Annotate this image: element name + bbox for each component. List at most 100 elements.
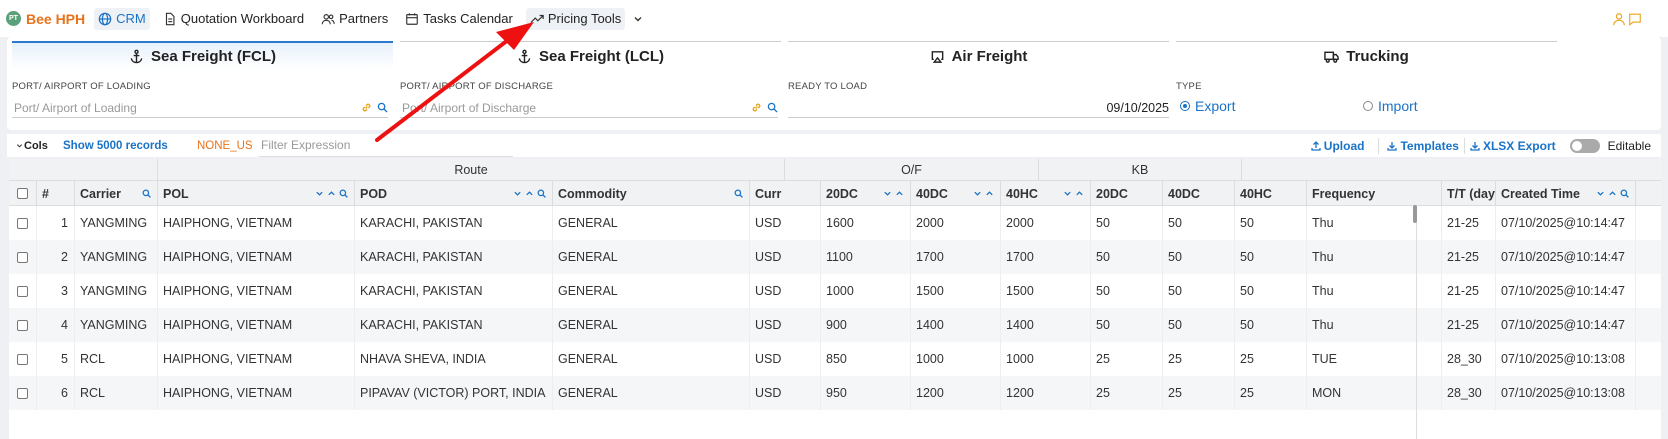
cols-button[interactable]: Cols (7, 140, 51, 152)
sort-asc-icon[interactable] (1075, 189, 1084, 198)
header-created-label: Created Time (1501, 186, 1580, 201)
search-icon[interactable] (339, 189, 348, 198)
search-icon[interactable] (1620, 189, 1629, 198)
templates-button[interactable]: Templates (1387, 138, 1459, 153)
search-icon[interactable] (734, 189, 743, 198)
sort-desc-icon[interactable] (1063, 189, 1072, 198)
radio-export[interactable]: Export (1180, 98, 1235, 114)
nav-partners[interactable]: Partners (317, 8, 392, 30)
editable-toggle[interactable] (1569, 138, 1600, 153)
cell-pol: HAIPHONG, VIETNAM (158, 376, 355, 410)
search-icon[interactable] (767, 102, 778, 113)
header-kb40hc[interactable]: 40HC (1235, 181, 1307, 206)
sort-desc-icon[interactable] (973, 189, 982, 198)
row-checkbox[interactable] (17, 387, 28, 399)
header-kb20[interactable]: 20DC (1091, 181, 1163, 206)
ready-to-load-input[interactable]: 09/10/2025 (788, 98, 1169, 118)
cell-of40hc: 1000 (1001, 342, 1091, 376)
show-records-button[interactable]: Show 5000 records (63, 140, 185, 152)
header-pod[interactable]: POD (355, 181, 553, 206)
search-icon[interactable] (537, 189, 546, 198)
radio-import[interactable]: Import (1363, 98, 1418, 114)
xlsx-export-label: XLSX Export (1482, 138, 1556, 153)
header-tt[interactable]: T/T (day (1442, 181, 1496, 206)
header-of40hc[interactable]: 40HC (1001, 181, 1091, 206)
none-us-filter[interactable]: NONE_US (197, 140, 259, 152)
table-row[interactable]: 6 RCL HAIPHONG, VIETNAM PIPAVAV (VICTOR) PO… (9, 376, 1661, 410)
row-checkbox[interactable] (17, 353, 28, 365)
row-checkbox[interactable] (17, 319, 28, 331)
brand[interactable]: PT Bee HPH (6, 11, 85, 27)
cell-kb40hc: 50 (1235, 308, 1307, 342)
select-all-checkbox[interactable] (17, 188, 28, 199)
filter-expression-input[interactable]: Filter Expression (259, 135, 513, 157)
filter-placeholder: Filter Expression (261, 138, 351, 152)
xlsx-export-button[interactable]: XLSX Export (1470, 139, 1556, 153)
grid-column-header: # Carrier POL POD Commodity Curr 20DC 40DC 40HC 2… (9, 181, 1661, 206)
cell-pol: HAIPHONG, VIETNAM (158, 274, 355, 308)
vertical-scrollbar[interactable] (1413, 205, 1417, 223)
row-checkbox[interactable] (17, 217, 28, 229)
pod-input[interactable]: Port/ Airport of Discharge (400, 98, 778, 118)
sort-asc-icon[interactable] (985, 189, 994, 198)
user-icon[interactable] (1612, 12, 1626, 26)
cell-carrier: YANGMING (75, 206, 158, 240)
link-icon[interactable] (361, 102, 372, 113)
sort-desc-icon[interactable] (883, 189, 892, 198)
header-of20[interactable]: 20DC (821, 181, 911, 206)
header-commodity[interactable]: Commodity (553, 181, 750, 206)
row-select-cell (9, 342, 37, 376)
chat-icon[interactable] (1628, 12, 1642, 26)
tab-trucking[interactable]: Trucking (1176, 41, 1557, 70)
nav-quotation-workboard[interactable]: Quotation Workboard (159, 8, 308, 30)
cell-curr: USD (750, 274, 821, 308)
table-row[interactable]: 3 YANGMING HAIPHONG, VIETNAM KARACHI, PAKIS… (9, 274, 1661, 308)
row-select-cell (9, 274, 37, 308)
cell-freq: Thu (1307, 240, 1442, 274)
row-checkbox[interactable] (17, 285, 28, 297)
tab-sea-freight-lcl[interactable]: Sea Freight (LCL) (400, 41, 781, 70)
tab-air-freight[interactable]: Air Freight (788, 41, 1169, 70)
sort-asc-icon[interactable] (327, 189, 336, 198)
table-row[interactable]: 2 YANGMING HAIPHONG, VIETNAM KARACHI, PAKIS… (9, 240, 1661, 274)
row-checkbox[interactable] (17, 251, 28, 263)
chevron-down-icon[interactable] (632, 13, 644, 25)
tab-sea-freight-fcl[interactable]: Sea Freight (FCL) (12, 41, 393, 70)
sort-desc-icon[interactable] (513, 189, 522, 198)
cell-of20: 950 (821, 376, 911, 410)
nav-tasks-calendar[interactable]: Tasks Calendar (401, 8, 517, 30)
cell-curr: USD (750, 240, 821, 274)
search-icon[interactable] (142, 189, 151, 198)
table-row[interactable]: 4 YANGMING HAIPHONG, VIETNAM KARACHI, PAKIS… (9, 308, 1661, 342)
link-icon[interactable] (751, 102, 762, 113)
sort-asc-icon[interactable] (525, 189, 534, 198)
nav-crm[interactable]: CRM (94, 7, 150, 30)
cell-carrier: YANGMING (75, 274, 158, 308)
cell-kb40dc: 50 (1163, 308, 1235, 342)
header-created[interactable]: Created Time (1496, 181, 1636, 206)
sort-asc-icon[interactable] (1608, 189, 1617, 198)
upload-button[interactable]: Upload (1311, 139, 1364, 153)
search-icon[interactable] (377, 102, 388, 113)
pol-field: PORT/ AIRPORT OF LOADING Port/ Airport o… (12, 81, 388, 118)
cell-of40hc: 1200 (1001, 376, 1091, 410)
sort-desc-icon[interactable] (1596, 189, 1605, 198)
nav-quotation-label: Quotation Workboard (180, 11, 305, 26)
templates-label: Templates (1400, 138, 1459, 153)
header-carrier[interactable]: Carrier (75, 181, 158, 206)
cell-pod: PIPAVAV (VICTOR) PORT, INDIA (355, 376, 553, 410)
table-row[interactable]: 5 RCL HAIPHONG, VIETNAM NHAVA SHEVA, INDIA G… (9, 342, 1661, 376)
header-freq[interactable]: Frequency (1307, 181, 1442, 206)
header-of40dc[interactable]: 40DC (911, 181, 1001, 206)
sort-asc-icon[interactable] (895, 189, 904, 198)
header-idx[interactable]: # (37, 181, 75, 206)
sort-desc-icon[interactable] (315, 189, 324, 198)
pol-input[interactable]: Port/ Airport of Loading (12, 98, 388, 118)
header-kb40dc[interactable]: 40DC (1163, 181, 1235, 206)
nav-pricing-tools[interactable]: Pricing Tools (525, 7, 626, 30)
header-curr[interactable]: Curr (750, 181, 821, 206)
group-route: Route (158, 159, 785, 181)
header-pol[interactable]: POL (158, 181, 355, 206)
group-empty (9, 159, 158, 181)
header-of40dc-label: 40DC (916, 186, 948, 201)
